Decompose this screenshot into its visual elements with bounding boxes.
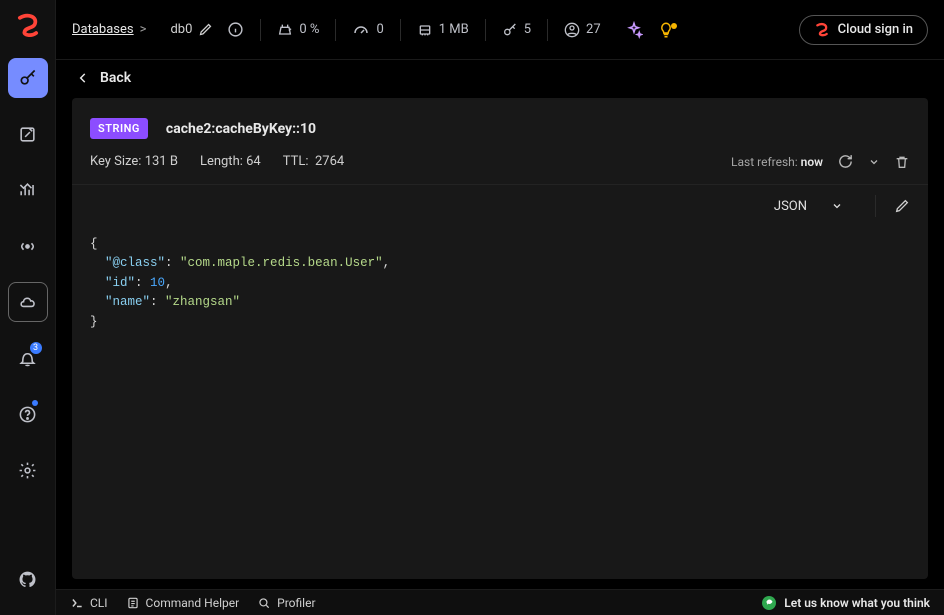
value-body: { "@class": "com.maple.redis.bean.User",… xyxy=(72,227,928,579)
db-selector[interactable]: db0 xyxy=(170,22,213,37)
stat-clients: 27 xyxy=(564,22,601,38)
stat-memory-value: 1 MB xyxy=(439,22,469,37)
redis-logo xyxy=(14,12,42,40)
stat-cpu: 0 % xyxy=(277,22,319,38)
key-ttl: TTL: 2764 xyxy=(283,154,344,169)
breadcrumb: Databases > xyxy=(72,22,146,37)
user-icon xyxy=(564,22,580,38)
sidebar-item-settings[interactable] xyxy=(8,450,48,490)
stat-keys: 5 xyxy=(502,22,531,38)
key-header: STRING cache2:cacheByKey::10 xyxy=(72,98,928,147)
chevron-left-icon xyxy=(76,71,90,85)
chevron-down-icon xyxy=(868,156,880,168)
stat-commands-value: 0 xyxy=(376,22,383,37)
gauge-icon xyxy=(352,21,370,39)
footer-profiler-label: Profiler xyxy=(277,596,315,610)
main: Back STRING cache2:cacheByKey::10 Key Si… xyxy=(56,60,944,589)
footer-feedback-label: Let us know what you think xyxy=(784,596,930,610)
back-button[interactable]: Back xyxy=(72,60,928,98)
sidebar-item-notifications[interactable]: 3 xyxy=(8,338,48,378)
sidebar-item-github[interactable] xyxy=(8,559,48,599)
divider xyxy=(400,19,401,41)
footer-command-helper-label: Command Helper xyxy=(146,596,240,610)
key-type-badge: STRING xyxy=(90,118,148,139)
redis-logo-small xyxy=(814,22,830,38)
tips-button[interactable] xyxy=(657,21,675,39)
sidebar-item-workbench[interactable] xyxy=(8,114,48,154)
stat-clients-value: 27 xyxy=(586,22,601,37)
key-icon xyxy=(502,22,518,38)
edit-value-button[interactable] xyxy=(875,195,910,217)
delete-key-button[interactable] xyxy=(894,154,910,170)
pencil-icon xyxy=(198,22,213,37)
stat-commands: 0 xyxy=(352,21,383,39)
value-toolbar: JSON xyxy=(72,185,928,227)
sidebar-item-keys[interactable] xyxy=(8,58,48,98)
breadcrumb-sep: > xyxy=(140,22,147,37)
chevron-down-icon xyxy=(831,200,843,212)
refresh-icon xyxy=(837,153,854,170)
footer-profiler-button[interactable]: Profiler xyxy=(257,596,315,610)
cloud-signin-button[interactable]: Cloud sign in xyxy=(799,15,928,45)
divider xyxy=(547,19,548,41)
footer-cli-label: CLI xyxy=(90,596,108,610)
tips-indicator-dot xyxy=(671,23,677,29)
key-panel: STRING cache2:cacheByKey::10 Key Size: 1… xyxy=(72,98,928,579)
footer: CLI Command Helper Profiler Let us know … xyxy=(56,589,944,615)
refresh-menu-button[interactable] xyxy=(868,156,880,168)
format-label: JSON xyxy=(774,199,807,214)
divider xyxy=(335,19,336,41)
sidebar-item-analytics[interactable] xyxy=(8,170,48,210)
stat-keys-value: 5 xyxy=(524,22,531,37)
topbar: Databases > db0 0 % 0 1 MB 5 27 xyxy=(56,0,944,60)
footer-feedback-button[interactable]: Let us know what you think xyxy=(762,596,930,610)
divider xyxy=(260,19,261,41)
info-button[interactable] xyxy=(227,21,244,38)
back-label: Back xyxy=(100,70,131,86)
sidebar: 3 xyxy=(0,0,56,615)
terminal-icon xyxy=(70,596,84,610)
footer-cli-button[interactable]: CLI xyxy=(70,596,108,610)
last-refresh: Last refresh: now xyxy=(731,155,823,169)
sparkle-icon xyxy=(625,21,643,39)
format-select[interactable]: JSON xyxy=(774,199,843,214)
ai-assist-button[interactable] xyxy=(625,21,643,39)
notifications-badge: 3 xyxy=(30,342,42,354)
update-dot-icon xyxy=(32,400,38,406)
db-name: db0 xyxy=(170,22,192,37)
cpu-icon xyxy=(277,22,293,38)
key-stats: Key Size: 131 B Length: 64 TTL: 2764 Las… xyxy=(72,147,928,185)
sidebar-item-cloud[interactable] xyxy=(8,282,48,322)
magnifier-icon xyxy=(257,596,271,610)
divider xyxy=(485,19,486,41)
sidebar-item-help[interactable] xyxy=(8,394,48,434)
key-size: Key Size: 131 B xyxy=(90,154,178,169)
breadcrumb-databases-link[interactable]: Databases xyxy=(72,22,134,37)
stat-memory: 1 MB xyxy=(417,22,469,38)
stat-cpu-value: 0 % xyxy=(299,22,319,37)
document-icon xyxy=(126,596,140,610)
pencil-icon xyxy=(894,198,910,214)
key-length: Length: 64 xyxy=(200,154,261,169)
trash-icon xyxy=(894,154,910,170)
sidebar-item-pubsub[interactable] xyxy=(8,226,48,266)
memory-icon xyxy=(417,22,433,38)
refresh-button[interactable] xyxy=(837,153,854,170)
feedback-icon xyxy=(762,596,776,610)
key-name: cache2:cacheByKey::10 xyxy=(166,121,316,137)
footer-command-helper-button[interactable]: Command Helper xyxy=(126,596,240,610)
cloud-signin-label: Cloud sign in xyxy=(838,22,913,37)
